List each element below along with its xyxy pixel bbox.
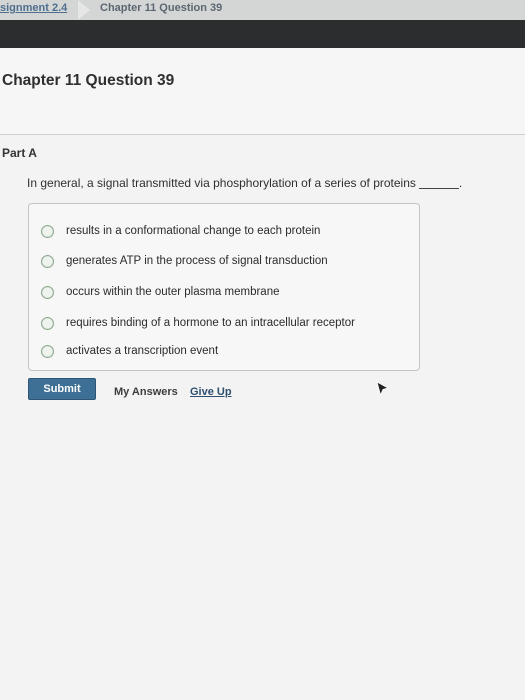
tab-bar: signment 2.4 Chapter 11 Question 39	[0, 0, 525, 21]
choice-label: results in a conformational change to ea…	[66, 225, 321, 237]
choice-label: generates ATP in the process of signal t…	[66, 255, 328, 267]
submit-button[interactable]: Submit	[28, 378, 96, 400]
radio-button[interactable]	[41, 344, 54, 358]
choice-option[interactable]: requires binding of a hormone to an intr…	[41, 313, 355, 333]
tab-question[interactable]: Chapter 11 Question 39	[100, 0, 260, 20]
choice-label: occurs within the outer plasma membrane	[66, 286, 280, 298]
answer-blank	[418, 188, 459, 189]
question-suffix: .	[458, 176, 463, 190]
radio-button[interactable]	[41, 285, 54, 299]
question-prompt: In general, a signal transmitted via pho…	[27, 176, 462, 190]
title-bar	[0, 48, 525, 135]
my-answers-link[interactable]: My Answers	[114, 386, 178, 398]
choice-option[interactable]: generates ATP in the process of signal t…	[41, 251, 328, 271]
choice-option[interactable]: results in a conformational change to ea…	[41, 221, 320, 241]
mouse-cursor-icon	[376, 381, 390, 397]
dark-header-bar	[0, 20, 525, 48]
choice-label: requires binding of a hormone to an intr…	[66, 317, 355, 329]
radio-button[interactable]	[41, 224, 54, 238]
breadcrumb-separator	[78, 0, 90, 20]
choice-label: activates a transcription event	[66, 345, 219, 357]
question-text: In general, a signal transmitted via pho…	[27, 176, 416, 190]
part-label: Part A	[2, 146, 37, 160]
choice-option[interactable]: activates a transcription event	[41, 341, 218, 361]
choices-box: results in a conformational change to ea…	[28, 203, 420, 371]
tab-assignment[interactable]: signment 2.4	[0, 0, 78, 20]
radio-button[interactable]	[41, 316, 54, 330]
radio-button[interactable]	[41, 254, 54, 268]
choice-option[interactable]: occurs within the outer plasma membrane	[41, 282, 280, 302]
give-up-link[interactable]: Give Up	[190, 386, 232, 398]
page-title: Chapter 11 Question 39	[2, 72, 175, 89]
